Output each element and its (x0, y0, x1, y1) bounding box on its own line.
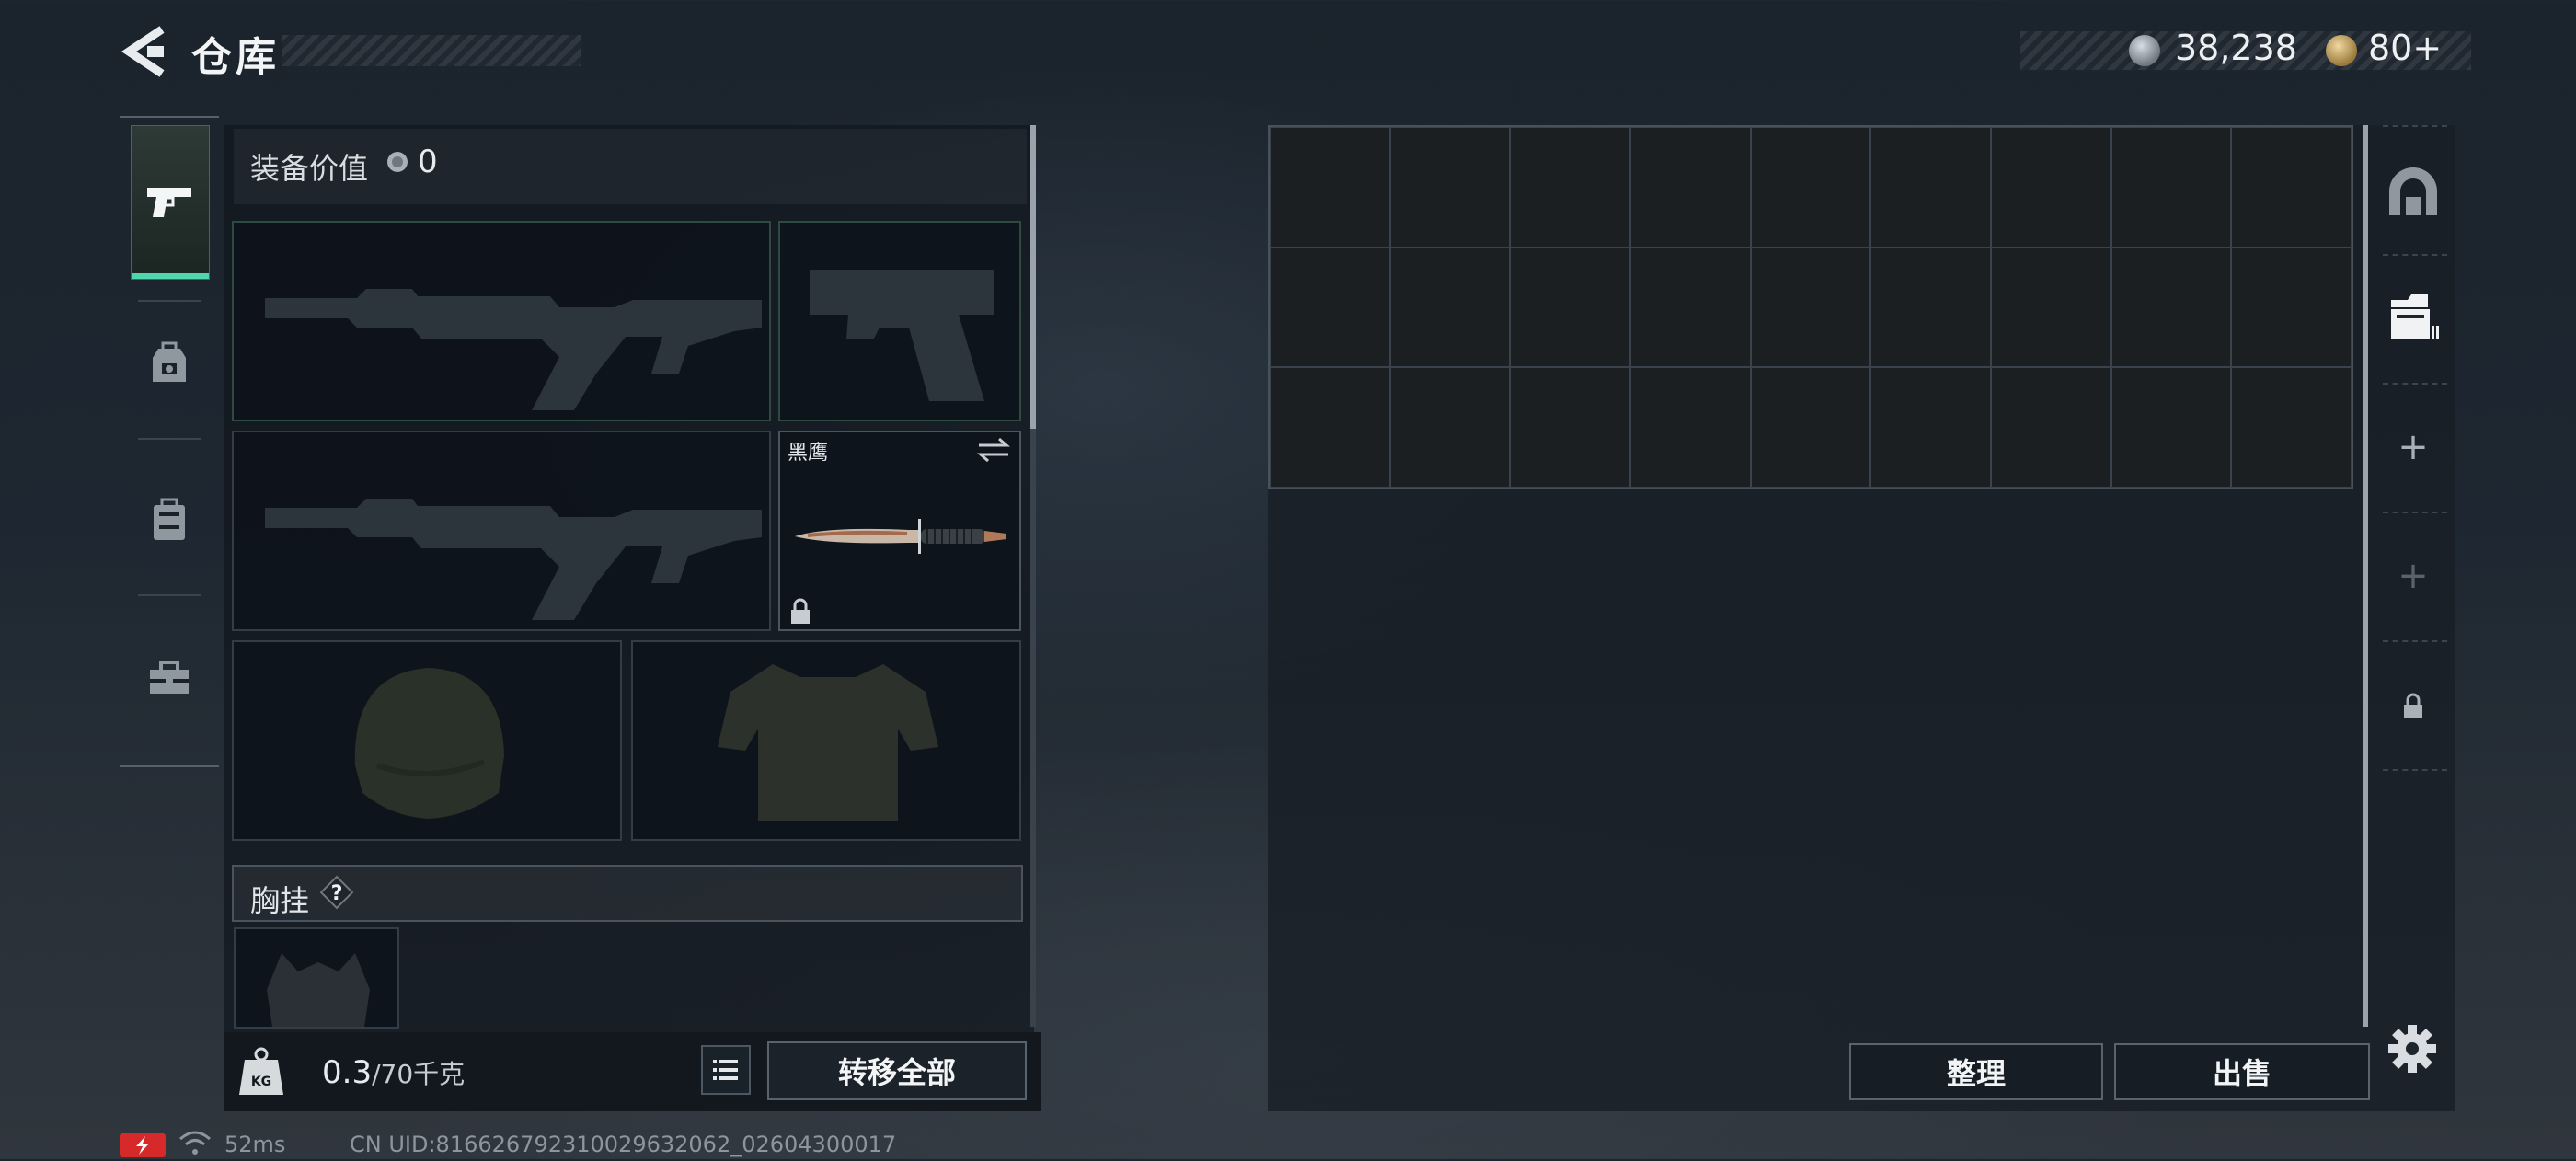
category-tools[interactable] (120, 609, 219, 747)
storage-cell[interactable] (1510, 247, 1630, 368)
rail-divider (138, 438, 201, 440)
user-uid: CN UID:816626792310029632062_02604300017 (350, 1132, 897, 1157)
gear-icon (2388, 1025, 2436, 1073)
helmet-slot[interactable] (232, 640, 622, 841)
knife-icon (795, 519, 1006, 554)
storage-tab-locked[interactable] (2372, 644, 2455, 769)
case-icon (154, 498, 185, 540)
battery-icon (120, 1133, 166, 1157)
carry-weight-current: 0.3 (322, 1054, 373, 1091)
category-firearms[interactable] (131, 125, 210, 280)
silver-coin-icon (2129, 35, 2160, 66)
storage-cell[interactable] (1750, 127, 1871, 247)
sort-button[interactable]: 整理 (1849, 1043, 2103, 1100)
toolbox-icon (150, 661, 189, 694)
storage-cell[interactable] (1991, 127, 2111, 247)
title-decoration (282, 35, 581, 66)
tab-divider (2383, 769, 2447, 771)
back-button[interactable] (116, 22, 175, 81)
carry-weight-capacity: /70千克 (372, 1059, 466, 1089)
equipment-scrollbar-thumb[interactable] (1030, 125, 1036, 429)
sell-button[interactable]: 出售 (2114, 1043, 2370, 1100)
melee-item-name: 黑鹰 (788, 442, 829, 465)
chest-rig-slot[interactable] (234, 927, 399, 1029)
primary-weapon-slot-1[interactable] (232, 221, 771, 421)
backpack-armor-icon (153, 341, 186, 382)
storage-cell[interactable] (1750, 247, 1871, 368)
storage-cell[interactable] (2110, 367, 2232, 488)
storage-cell[interactable] (1270, 367, 1390, 488)
list-view-button[interactable] (701, 1045, 751, 1095)
storage-cell[interactable] (2231, 367, 2352, 488)
storage-tab-add-disabled[interactable]: + (2372, 513, 2455, 638)
storage-box-icon (2391, 294, 2439, 339)
storage-cell[interactable] (2110, 127, 2232, 247)
storage-cell[interactable] (1750, 367, 1871, 488)
gold-currency-value[interactable]: 80+ (2368, 28, 2442, 68)
back-arrow-icon (121, 26, 165, 77)
help-text: ? (331, 882, 343, 905)
storage-cell[interactable] (1270, 127, 1390, 247)
storage-cell[interactable] (1870, 367, 1991, 488)
gold-coin-icon (2326, 35, 2357, 66)
wifi-icon (178, 1130, 212, 1157)
carry-weight: 0.3/70千克 (322, 1054, 465, 1091)
storage-cell[interactable] (2110, 247, 2232, 368)
storage-grid[interactable] (1268, 125, 2353, 489)
equipment-value-label: 装备价值 (250, 151, 369, 186)
storage-cell[interactable] (1389, 367, 1511, 488)
storage-cell[interactable] (1389, 247, 1511, 368)
settings-button[interactable] (2386, 1023, 2438, 1075)
storage-tab-shelter[interactable] (2372, 129, 2455, 254)
svg-text:KG: KG (251, 1075, 271, 1089)
category-armor[interactable] (120, 294, 219, 432)
shelter-icon (2389, 167, 2437, 215)
storage-cell[interactable] (1630, 247, 1751, 368)
storage-cell[interactable] (1870, 127, 1991, 247)
chest-rig-label: 胸挂 (250, 883, 310, 918)
silver-coin-icon (387, 152, 408, 172)
lock-icon (791, 598, 810, 624)
lock-icon (2404, 693, 2422, 718)
sidearm-slot[interactable] (778, 221, 1021, 421)
page-title: 仓库 (191, 34, 280, 81)
storage-cell[interactable] (1991, 367, 2111, 488)
primary-weapon-slot-2[interactable] (232, 431, 771, 631)
swap-icon[interactable] (975, 436, 1012, 464)
chest-rig-icon (267, 953, 370, 1027)
storage-cell[interactable] (1510, 367, 1630, 488)
tab-divider (2383, 125, 2447, 127)
storage-cell[interactable] (2231, 127, 2352, 247)
silver-currency-value: 38,238 (2175, 28, 2297, 68)
transfer-all-button[interactable]: 转移全部 (767, 1041, 1027, 1100)
list-icon (713, 1060, 738, 1080)
storage-tab-add[interactable]: + (2372, 385, 2455, 510)
storage-cell[interactable] (1870, 247, 1991, 368)
body-armor-slot[interactable] (631, 640, 1021, 841)
category-container[interactable] (120, 451, 219, 589)
storage-cell[interactable] (1991, 247, 2111, 368)
ping-value: 52ms (224, 1132, 286, 1157)
pistol-icon (147, 188, 191, 217)
help-icon[interactable]: ? (318, 874, 355, 911)
weight-icon: KG (237, 1047, 285, 1097)
storage-tab-box[interactable] (2372, 254, 2455, 379)
storage-cell[interactable] (2231, 247, 2352, 368)
storage-scrollbar-thumb[interactable] (2363, 125, 2368, 1027)
assault-rifle-icon (265, 289, 762, 410)
storage-cell[interactable] (1510, 127, 1630, 247)
storage-cell[interactable] (1630, 367, 1751, 488)
storage-cell[interactable] (1389, 127, 1511, 247)
helmet-icon (354, 668, 504, 819)
equipment-value: 0 (418, 144, 438, 180)
storage-cell[interactable] (1270, 247, 1390, 368)
vest-icon (718, 664, 938, 821)
storage-cell[interactable] (1630, 127, 1751, 247)
tab-divider (2383, 640, 2447, 642)
assault-rifle-icon (265, 499, 762, 620)
pistol-icon (810, 270, 994, 401)
rail-divider (138, 594, 201, 596)
